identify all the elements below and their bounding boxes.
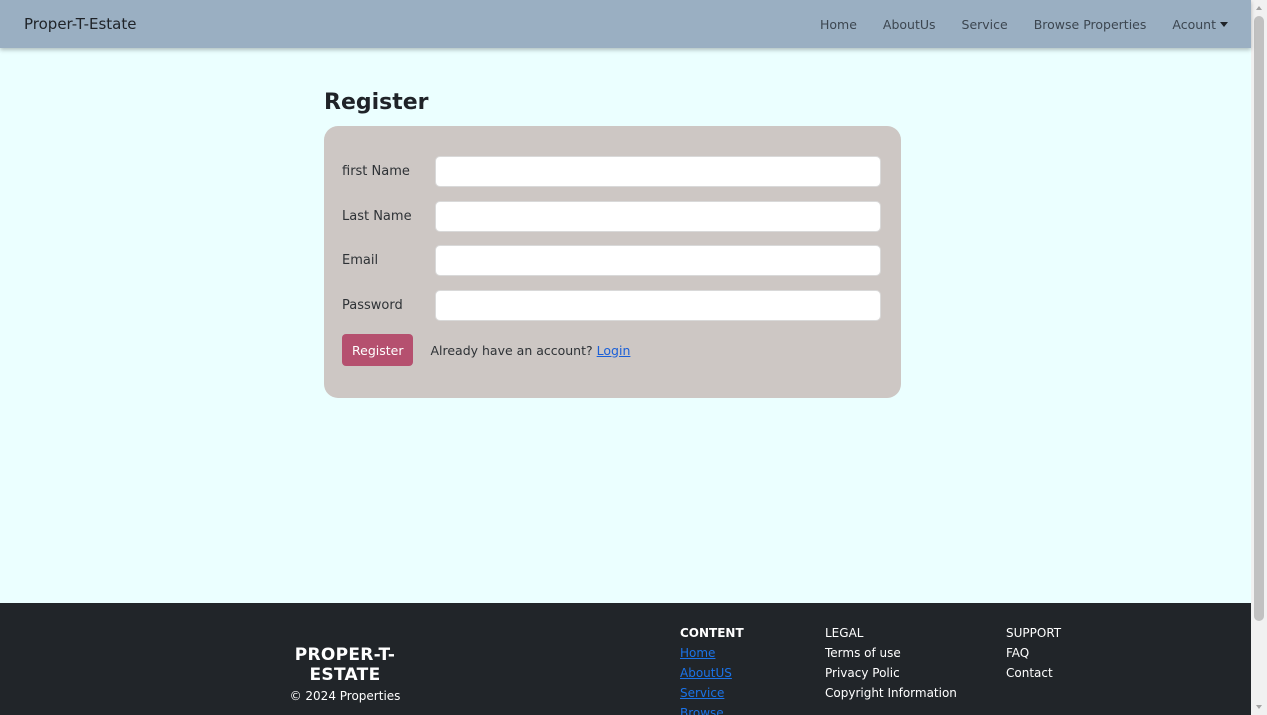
footer-browse-link[interactable]: Browse [680, 703, 744, 715]
email-label: Email [342, 253, 379, 268]
last-name-row: Last Name [342, 201, 881, 232]
footer-legal-column: LEGAL Terms of use Privacy Polic Copyrig… [825, 623, 957, 703]
email-row: Email [342, 245, 881, 276]
footer-brand: PROPER-T-ESTATE © 2024 Properties [263, 645, 427, 703]
form-actions: Register Already have an account? Login [342, 334, 630, 366]
navbar: Proper-T-Estate Home AboutUs Service Bro… [0, 0, 1251, 48]
first-name-input[interactable] [435, 156, 881, 187]
brand-logo-text[interactable]: Proper-T-Estate [24, 15, 136, 33]
scrollbar-thumb[interactable] [1254, 16, 1264, 621]
caret-down-icon [1220, 22, 1228, 27]
last-name-input[interactable] [435, 201, 881, 232]
nav-home-link[interactable]: Home [820, 17, 857, 32]
footer-content-heading: CONTENT [680, 626, 744, 640]
footer-faq[interactable]: FAQ [1006, 643, 1061, 663]
footer-contact[interactable]: Contact [1006, 663, 1061, 683]
password-row: Password [342, 290, 881, 321]
scroll-down-arrow-icon[interactable] [1256, 705, 1262, 709]
already-account-label: Already have an account? [430, 342, 593, 358]
nav-account-label: Acount [1172, 16, 1216, 32]
password-label: Password [342, 298, 403, 313]
footer-home-link[interactable]: Home [680, 643, 744, 663]
footer-brand-title: PROPER-T-ESTATE [294, 645, 396, 685]
footer-content-column: CONTENT Home AboutUS Service Browse [680, 623, 744, 715]
already-account-text: Already have an account? Login [430, 343, 630, 358]
nav-links: Home AboutUs Service Browse Properties A… [820, 17, 1228, 32]
login-link[interactable]: Login [597, 343, 631, 358]
register-button[interactable]: Register [342, 334, 414, 366]
scroll-up-arrow-icon[interactable] [1256, 6, 1262, 10]
footer-aboutus-link[interactable]: AboutUS [680, 663, 744, 683]
footer-support-column: SUPPORT FAQ Contact [1006, 623, 1061, 683]
footer-service-link[interactable]: Service [680, 683, 744, 703]
footer-copyright: © 2024 Properties [289, 689, 401, 703]
page-scrollbar[interactable] [1251, 0, 1267, 715]
first-name-label: first Name [342, 164, 410, 179]
footer-privacy-policy[interactable]: Privacy Polic [825, 663, 957, 683]
register-form-card: first Name Last Name Email Password Regi… [324, 126, 901, 398]
footer-support-heading: SUPPORT [1006, 626, 1062, 640]
email-input[interactable] [435, 245, 881, 276]
first-name-row: first Name [342, 156, 881, 187]
footer-copyright-information[interactable]: Copyright Information [825, 683, 957, 703]
nav-account-dropdown[interactable]: Acount [1172, 17, 1228, 32]
footer-terms-of-use[interactable]: Terms of use [825, 643, 957, 663]
nav-aboutus-link[interactable]: AboutUs [883, 17, 936, 32]
last-name-label: Last Name [342, 209, 412, 224]
footer-legal-heading: LEGAL [825, 626, 864, 640]
nav-service-link[interactable]: Service [962, 17, 1008, 32]
page-title: Register [324, 90, 429, 115]
footer: PROPER-T-ESTATE © 2024 Properties CONTEN… [0, 603, 1251, 715]
password-input[interactable] [435, 290, 881, 321]
nav-browse-properties-link[interactable]: Browse Properties [1034, 17, 1147, 32]
